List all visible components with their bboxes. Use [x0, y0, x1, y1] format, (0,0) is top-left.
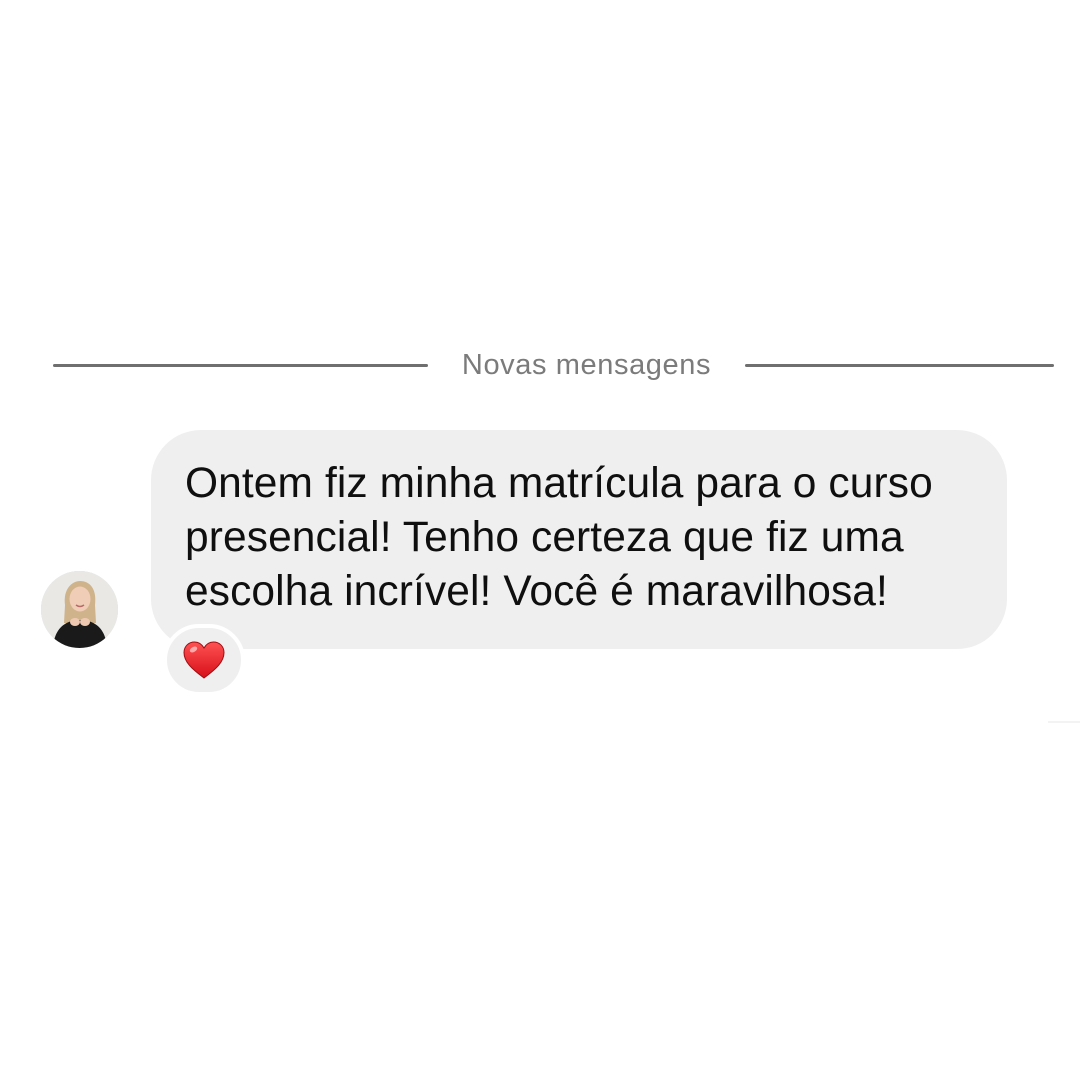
sender-avatar[interactable] — [41, 571, 118, 648]
divider-line-right — [745, 363, 1054, 367]
divider-line-left — [53, 363, 428, 367]
red-heart-icon — [183, 641, 225, 679]
new-messages-label: Novas mensagens — [461, 348, 712, 381]
message-bubble[interactable]: Ontem fiz minha matrícula para o curso p… — [151, 430, 1007, 649]
message-text: Ontem fiz minha matrícula para o curso p… — [185, 460, 933, 615]
profile-photo-icon — [41, 571, 118, 648]
edge-mark — [1048, 721, 1080, 723]
heart-reaction[interactable] — [163, 624, 245, 696]
new-messages-divider: Novas mensagens — [53, 343, 1054, 387]
